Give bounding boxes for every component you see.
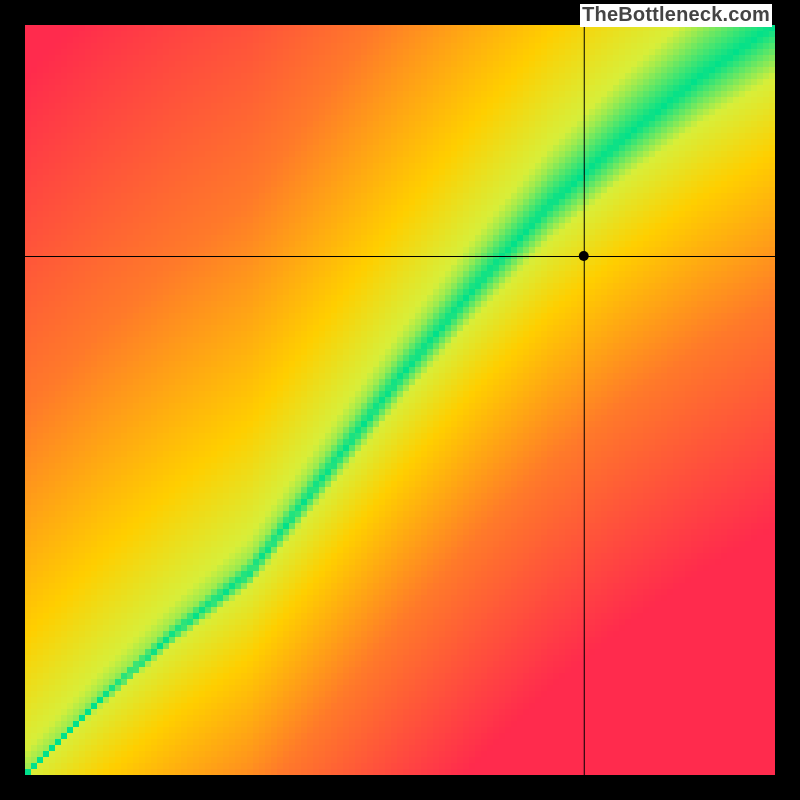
plot-area	[25, 25, 775, 775]
outer-frame: TheBottleneck.com	[0, 0, 800, 800]
heatmap-canvas	[25, 25, 775, 775]
watermark-label: TheBottleneck.com	[580, 4, 772, 27]
